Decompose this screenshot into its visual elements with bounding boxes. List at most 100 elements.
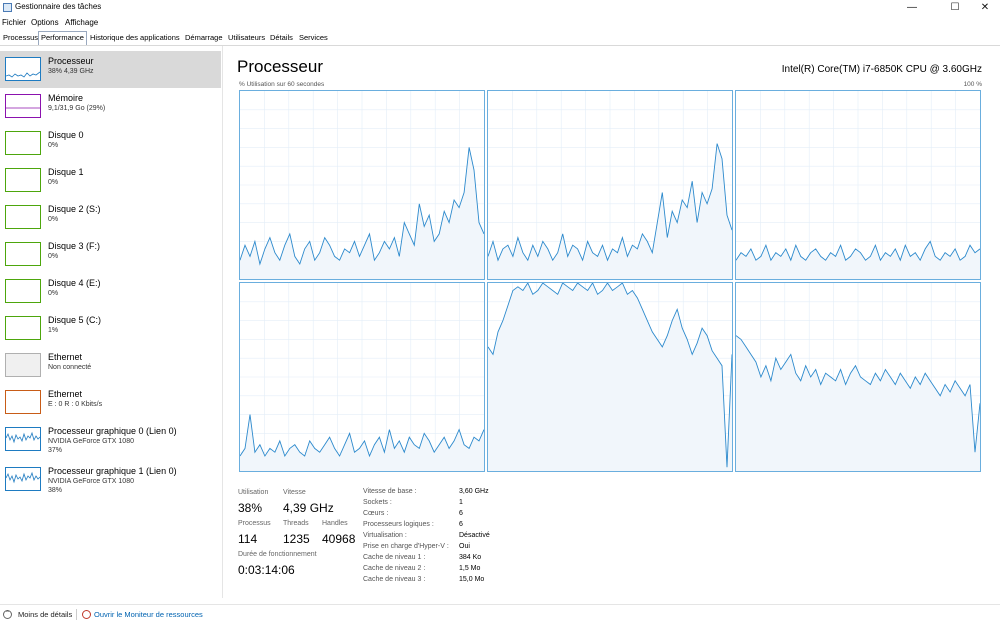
threads-value: 1235 xyxy=(283,532,310,546)
vitesse-label: Vitesse xyxy=(283,489,306,496)
sidebar-item-detail: 0% xyxy=(48,253,59,260)
sidebar-item-percent: 38% xyxy=(48,487,63,494)
open-resource-monitor-link[interactable]: Ouvrir le Moniteur de ressources xyxy=(94,610,203,619)
sidebar-item-name: Disque 4 (E:) xyxy=(48,278,101,288)
detail-value: 1 xyxy=(459,499,463,506)
resource-monitor-icon xyxy=(82,610,91,619)
sidebar-item-0[interactable]: Processeur 38% 4,39 GHz xyxy=(0,51,221,88)
detail-value: 3,60 GHz xyxy=(459,488,489,495)
sidebar-item-detail: NVIDIA GeForce GTX 1080 xyxy=(48,478,134,485)
sidebar-item-7[interactable]: Disque 5 (C:) 1% xyxy=(0,310,221,347)
title-bar: Gestionnaire des tâches — ☐ ✕ xyxy=(0,0,1000,16)
menu-fichier[interactable]: Fichier xyxy=(2,18,26,27)
sidebar-item-name: Mémoire xyxy=(48,93,84,103)
sidebar-item-detail: 0% xyxy=(48,290,59,297)
sidebar-item-name: Disque 2 (S:) xyxy=(48,204,101,214)
sidebar-thumbnail xyxy=(5,279,41,303)
menu-bar: Fichier Options Affichage xyxy=(0,16,1000,30)
sidebar-item-10[interactable]: Processeur graphique 0 (Lien 0) NVIDIA Ge… xyxy=(0,421,221,458)
fewer-details-button[interactable]: Moins de détails xyxy=(18,610,72,619)
sidebar-thumbnail xyxy=(5,168,41,192)
detail-value: 6 xyxy=(459,521,463,528)
utilisation-value: 38% xyxy=(238,501,263,515)
sidebar-item-11[interactable]: Processeur graphique 1 (Lien 0) NVIDIA Ge… xyxy=(0,461,221,498)
sidebar-thumbnail xyxy=(5,316,41,340)
sidebar-item-detail: 0% xyxy=(48,142,59,149)
sidebar-item-name: Disque 1 xyxy=(48,167,84,177)
sidebar-item-name: Processeur graphique 1 (Lien 0) xyxy=(48,466,177,476)
sidebar-item-4[interactable]: Disque 2 (S:) 0% xyxy=(0,199,221,236)
tab-bar: Processus Performance Historique des app… xyxy=(0,30,1000,46)
sidebar-item-name: Disque 0 xyxy=(48,130,84,140)
uptime-label: Durée de fonctionnement xyxy=(238,551,317,558)
handles-label: Handles xyxy=(322,520,348,527)
close-button[interactable]: ✕ xyxy=(970,0,1000,16)
detail-key: Virtualisation : xyxy=(363,532,407,539)
tab-demarrage[interactable]: Démarrage xyxy=(183,32,225,44)
processus-label: Processus xyxy=(238,520,271,527)
sidebar-item-percent: 37% xyxy=(48,447,63,454)
detail-key: Sockets : xyxy=(363,499,392,506)
sidebar-thumbnail xyxy=(5,242,41,266)
detail-key: Cache de niveau 1 : xyxy=(363,554,426,561)
sidebar-item-2[interactable]: Disque 0 0% xyxy=(0,125,221,162)
tab-historique[interactable]: Historique des applications xyxy=(88,32,182,44)
detail-key: Cache de niveau 2 : xyxy=(363,565,426,572)
detail-key: Vitesse de base : xyxy=(363,488,417,495)
sidebar-item-1[interactable]: Mémoire 9,1/31,9 Go (29%) xyxy=(0,88,221,125)
sidebar-item-6[interactable]: Disque 4 (E:) 0% xyxy=(0,273,221,310)
processus-value: 114 xyxy=(238,532,258,546)
sidebar-item-detail: NVIDIA GeForce GTX 1080 xyxy=(48,438,134,445)
sidebar-item-detail: Non connecté xyxy=(48,364,92,371)
detail-key: Prise en charge d'Hyper-V : xyxy=(363,543,449,550)
sidebar-thumbnail xyxy=(5,57,41,81)
sidebar-thumbnail xyxy=(5,131,41,155)
sidebar-item-detail: E : 0 R : 0 Kbits/s xyxy=(48,401,103,408)
sidebar-item-detail: 0% xyxy=(48,179,59,186)
sidebar-item-3[interactable]: Disque 1 0% xyxy=(0,162,221,199)
window-title: Gestionnaire des tâches xyxy=(15,2,102,11)
sidebar-item-5[interactable]: Disque 3 (F:) 0% xyxy=(0,236,221,273)
usage-area xyxy=(488,283,732,471)
sidebar-item-name: Disque 5 (C:) xyxy=(48,315,102,325)
menu-affichage[interactable]: Affichage xyxy=(65,18,98,27)
footer-separator xyxy=(76,609,77,620)
sidebar-item-9[interactable]: Ethernet E : 0 R : 0 Kbits/s xyxy=(0,384,221,421)
detail-key: Processeurs logiques : xyxy=(363,521,434,528)
cpu-core-graph-5 xyxy=(735,282,981,472)
sidebar-thumbnail xyxy=(5,427,41,451)
tab-performance[interactable]: Performance xyxy=(38,31,87,45)
cpu-core-graph-2 xyxy=(735,90,981,280)
tab-services[interactable]: Services xyxy=(297,32,330,44)
chevron-up-icon[interactable]: ⌃ xyxy=(3,610,12,619)
cpu-core-graph-3 xyxy=(239,282,485,472)
detail-value: Désactivé xyxy=(459,532,490,539)
detail-value: 6 xyxy=(459,510,463,517)
page-title: Processeur xyxy=(237,57,323,76)
menu-options[interactable]: Options xyxy=(31,18,59,27)
utilisation-label: Utilisation xyxy=(238,489,269,496)
cpu-model-name: Intel(R) Core(TM) i7-6850K CPU @ 3.60GHz xyxy=(781,64,982,75)
tab-details[interactable]: Détails xyxy=(268,32,295,44)
minimize-button[interactable]: — xyxy=(897,0,927,16)
graph-axis-label: % Utilisation sur 60 secondes xyxy=(239,81,325,88)
handles-value: 40968 xyxy=(322,532,356,546)
sidebar-item-name: Ethernet xyxy=(48,352,83,362)
sidebar-item-detail: 1% xyxy=(48,327,59,334)
detail-value: Oui xyxy=(459,543,470,550)
sidebar-thumbnail xyxy=(5,467,41,491)
sidebar-item-8[interactable]: Ethernet Non connecté xyxy=(0,347,221,384)
sidebar-item-name: Ethernet xyxy=(48,389,83,399)
sidebar-item-name: Processeur graphique 0 (Lien 0) xyxy=(48,426,177,436)
threads-label: Threads xyxy=(283,520,309,527)
resource-sidebar: Processeur 38% 4,39 GHz Mémoire 9,1/31,9 Go… xyxy=(0,46,223,598)
sidebar-item-detail: 38% 4,39 GHz xyxy=(48,68,94,75)
sidebar-item-detail: 0% xyxy=(48,216,59,223)
vitesse-value: 4,39 GHz xyxy=(283,501,334,515)
maximize-button[interactable]: ☐ xyxy=(940,0,970,16)
footer-bar: ⌃ Moins de détails Ouvrir le Moniteur de… xyxy=(0,604,1000,625)
tab-utilisateurs[interactable]: Utilisateurs xyxy=(226,32,267,44)
sidebar-item-detail: 9,1/31,9 Go (29%) xyxy=(48,105,106,112)
graph-axis-max: 100 % xyxy=(963,81,982,88)
tab-processus[interactable]: Processus xyxy=(1,32,40,44)
